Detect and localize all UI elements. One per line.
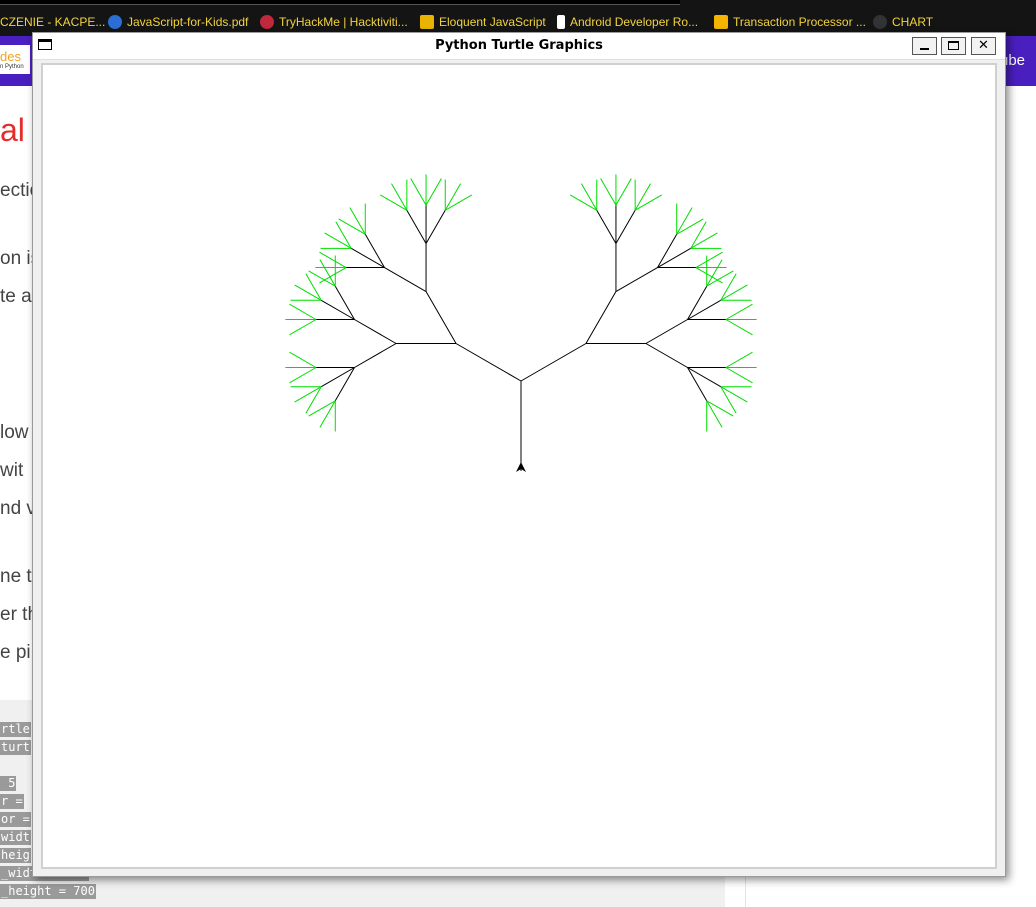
- bookmark-4[interactable]: Android Developer Ro...: [557, 14, 698, 30]
- bookmark-label: CHART: [892, 15, 934, 29]
- bookmark-1[interactable]: JavaScript-for-Kids.pdf: [108, 14, 248, 30]
- tree-branch: [406, 210, 427, 244]
- tree-leaf: [600, 178, 617, 206]
- tree-branch: [425, 210, 446, 244]
- code-line: rtle: [0, 722, 31, 737]
- article-text-line: low: [0, 422, 29, 443]
- logo-text: des: [0, 49, 21, 64]
- tree-branch: [354, 343, 397, 368]
- tree-branch: [354, 319, 397, 344]
- tree-leaf: [289, 351, 317, 368]
- tree-leaf: [725, 303, 753, 320]
- code-line: 5: [0, 776, 17, 791]
- window-title: Python Turtle Graphics: [435, 38, 603, 53]
- code-line: turt: [0, 740, 31, 755]
- bookmark-3[interactable]: Eloquent JavaScript: [420, 14, 546, 30]
- tree-branch: [455, 343, 522, 382]
- minimize-icon: [920, 48, 929, 50]
- turtle-canvas[interactable]: [43, 65, 995, 867]
- tree-branch: [520, 343, 587, 382]
- tree-leaf: [725, 351, 753, 368]
- bookmarks-bar: CZENIE - KACPE... JavaScript-for-Kids.pd…: [0, 0, 1036, 36]
- site-logo[interactable]: des n Python: [0, 45, 30, 74]
- bookmark-label: Android Developer Ro...: [570, 15, 699, 29]
- article-text-line: wit: [0, 460, 24, 481]
- code-line: widt: [0, 830, 31, 845]
- slides-icon: [714, 15, 728, 29]
- article-text-line: e pi: [0, 642, 31, 663]
- close-button[interactable]: ✕: [971, 37, 996, 55]
- maximize-button[interactable]: [941, 37, 966, 55]
- code-line: heig: [0, 848, 31, 863]
- tree-leaf: [425, 178, 442, 206]
- tree-leaf: [725, 367, 753, 384]
- window-titlebar[interactable]: Python Turtle Graphics ✕: [33, 33, 1005, 60]
- tree-leaf: [319, 267, 347, 284]
- tree-branch: [596, 210, 617, 244]
- bookmark-0[interactable]: CZENIE - KACPE...: [0, 14, 105, 30]
- github-icon: [873, 15, 887, 29]
- tree-branch: [384, 267, 427, 292]
- tree-leaf: [725, 319, 753, 336]
- bookmark-label: Transaction Processor ...: [733, 15, 866, 29]
- roadmap-icon: [557, 15, 565, 29]
- article-text-line: nd v: [0, 498, 36, 519]
- tree-branch: [615, 267, 658, 292]
- tree-leaf: [615, 178, 632, 206]
- tree-leaf: [289, 303, 317, 320]
- article-text-line: te a: [0, 286, 32, 307]
- tree-leaf: [695, 267, 723, 284]
- bookmark-label: Eloquent JavaScript: [439, 15, 546, 29]
- ejs-icon: [420, 15, 434, 29]
- bookmark-label: CZENIE - KACPE...: [0, 15, 106, 29]
- cloud-icon: [260, 15, 274, 29]
- tree-branch: [585, 291, 617, 344]
- code-line: _height = 700: [0, 884, 96, 899]
- tree-branch: [615, 210, 636, 244]
- turtle-canvas-frame: [41, 63, 997, 869]
- bookmark-5[interactable]: Transaction Processor ...: [714, 14, 866, 30]
- article-heading: al: [0, 112, 25, 148]
- code-line: or =: [0, 812, 31, 827]
- bookmark-2[interactable]: TryHackMe | Hacktiviti...: [260, 14, 408, 30]
- bookmark-label: JavaScript-for-Kids.pdf: [127, 15, 249, 29]
- tree-leaf: [289, 367, 317, 384]
- turtle-window: Python Turtle Graphics ✕: [32, 32, 1006, 877]
- tree-branch: [425, 291, 457, 344]
- tree-leaf: [410, 178, 427, 206]
- bookmark-label: TryHackMe | Hacktiviti...: [279, 15, 408, 29]
- tree-branch: [645, 319, 688, 344]
- minimize-button[interactable]: [912, 37, 937, 55]
- logo-subtext: n Python: [0, 64, 24, 70]
- tree-branch: [645, 343, 688, 368]
- tab-strip-edge: [0, 0, 680, 5]
- maximize-icon: [948, 41, 959, 50]
- fractal-tree: [285, 174, 757, 471]
- wordpress-icon: [108, 15, 122, 29]
- bookmark-6[interactable]: CHART: [873, 14, 933, 30]
- tree-leaf: [289, 319, 317, 336]
- code-line: r =: [0, 794, 24, 809]
